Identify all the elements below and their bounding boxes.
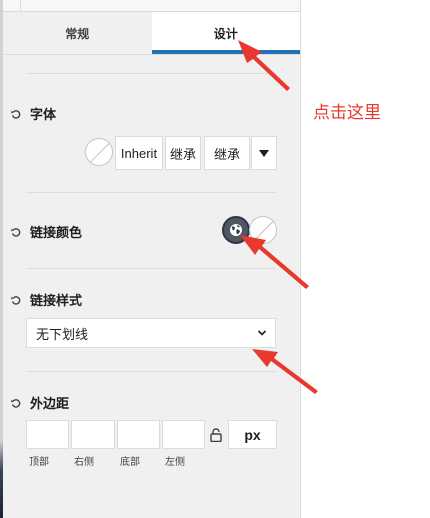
link-style-section-title: 链接样式 (11, 290, 82, 309)
divider (26, 268, 276, 269)
link-values-toggle[interactable] (205, 420, 227, 449)
margin-left-input[interactable] (162, 420, 205, 449)
settings-panel: 常规 设计 字体 Inherit 继承 继承 链接颜色 链接样式 无下划线 外边… (3, 0, 301, 518)
font-family-select[interactable]: Inherit (115, 136, 163, 170)
margin-right-label: 右侧 (74, 457, 94, 468)
global-color-button[interactable] (222, 216, 250, 244)
divider (26, 73, 276, 74)
reset-icon[interactable] (11, 109, 21, 119)
link-color-label: 链接颜色 (30, 225, 83, 240)
link-color-none-swatch[interactable] (249, 216, 277, 244)
divider (26, 192, 276, 193)
link-style-select[interactable]: 无下划线 (26, 318, 276, 348)
reset-icon[interactable] (11, 398, 21, 408)
margin-section-title: 外边距 (11, 393, 69, 412)
margin-bottom-label: 底部 (120, 457, 140, 468)
unlock-icon (210, 427, 222, 442)
margin-bottom-input[interactable] (117, 420, 160, 449)
margin-label: 外边距 (30, 396, 70, 411)
font-more-dropdown[interactable] (251, 136, 277, 170)
caret-down-icon (259, 149, 269, 157)
tab-general[interactable]: 常规 (3, 12, 152, 54)
font-label: 字体 (30, 107, 57, 122)
font-weight-select[interactable]: 继承 (165, 136, 201, 170)
tab-design[interactable]: 设计 (151, 12, 300, 54)
font-color-none-swatch[interactable] (85, 138, 113, 166)
margin-left-label: 左侧 (165, 457, 185, 468)
reset-icon[interactable] (11, 295, 21, 305)
divider (26, 371, 276, 372)
margin-right-input[interactable] (71, 420, 115, 449)
tab-bar: 常规 设计 (3, 12, 300, 55)
link-color-section-title: 链接颜色 (11, 222, 82, 241)
chevron-down-icon (257, 330, 267, 336)
font-section-title: 字体 (11, 104, 56, 123)
margin-unit-select[interactable]: px (228, 420, 277, 449)
reset-icon[interactable] (11, 227, 21, 237)
font-style-select[interactable]: 继承 (204, 136, 250, 170)
margin-top-label: 顶部 (29, 457, 49, 468)
link-style-label: 链接样式 (30, 293, 83, 308)
panel-top-bar (3, 0, 300, 12)
globe-icon (230, 224, 242, 236)
annotation-text: 点击这里 (313, 103, 381, 122)
margin-top-input[interactable] (26, 420, 69, 449)
link-style-value: 无下划线 (36, 326, 89, 342)
